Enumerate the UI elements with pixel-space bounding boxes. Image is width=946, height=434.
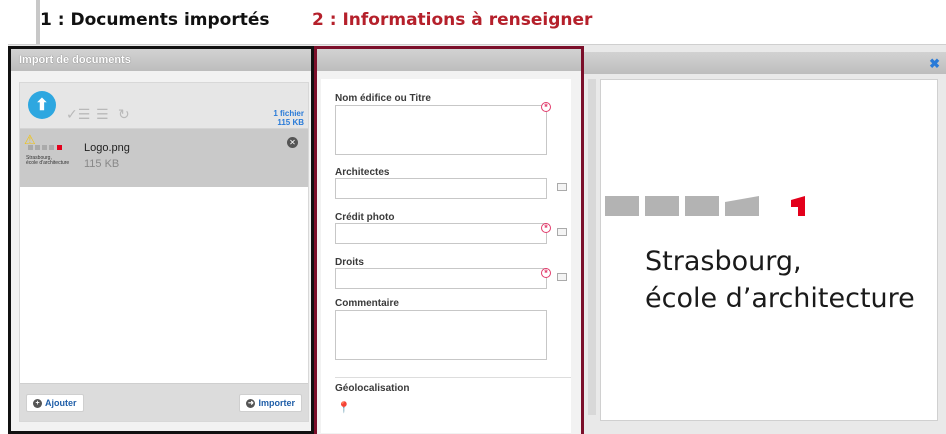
add-icon: + <box>33 398 42 408</box>
required-icon: * <box>541 223 551 233</box>
form-panel-header <box>317 49 581 71</box>
comment-field-label: Commentaire <box>335 298 399 309</box>
check-list-icon[interactable]: ✓☰ <box>66 107 90 123</box>
preview-header: ✖ <box>584 52 946 74</box>
upload-panel: Import de documents ⬆ ✓☰ ☰ ↻ 1 fichier 1… <box>8 46 314 434</box>
metadata-form: Nom édifice ou Titre * Architectes Crédi… <box>321 79 571 433</box>
import-icon: ➜ <box>246 398 256 408</box>
upload-panel-title: Import de documents <box>19 54 131 66</box>
annotation-label-1: 1 : Documents importés <box>40 10 270 30</box>
logo-text-line2: école d’architecture <box>645 283 915 314</box>
required-icon: * <box>541 102 551 112</box>
upload-toolbar: ⬆ ✓☰ ☰ ↻ 1 fichier 115 KB <box>20 83 308 129</box>
file-thumbnail: Strasbourg, école d'architecture <box>26 143 72 173</box>
preview-panel: Strasbourg, école d’architecture <box>600 79 938 421</box>
close-icon[interactable]: ✖ <box>929 56 940 72</box>
architects-field[interactable] <box>335 178 547 199</box>
title-field-label: Nom édifice ou Titre <box>335 93 431 104</box>
upload-icon[interactable]: ⬆ <box>28 91 56 119</box>
refresh-icon[interactable]: ↻ <box>118 107 130 123</box>
architects-field-label: Architectes <box>335 167 390 178</box>
dropzone[interactable]: ⬆ ✓☰ ☰ ↻ 1 fichier 115 KB ⚠ Strasbourg, <box>19 82 309 422</box>
form-panel: Nom édifice ou Titre * Architectes Crédi… <box>314 46 584 434</box>
annotation-label-2: 2 : Informations à renseigner <box>312 10 593 30</box>
logo-text-line1: Strasbourg, <box>645 246 802 277</box>
import-button[interactable]: ➜ Importer <box>239 394 302 412</box>
list-icon[interactable]: ☰ <box>96 107 109 123</box>
photo-credit-field-label: Crédit photo <box>335 212 395 223</box>
rights-field[interactable] <box>335 268 547 289</box>
scrollbar[interactable] <box>588 79 596 415</box>
rights-field-label: Droits <box>335 257 364 268</box>
book-icon[interactable] <box>557 228 567 236</box>
required-icon: * <box>541 268 551 278</box>
logo-mark <box>605 196 815 218</box>
geolocation-label: Géolocalisation <box>335 383 410 394</box>
remove-icon[interactable]: ✕ <box>287 137 298 148</box>
stage: 1 : Documents importés 2 : Informations … <box>0 0 946 434</box>
add-button[interactable]: + Ajouter <box>26 394 84 412</box>
file-row[interactable]: ⚠ Strasbourg, école d'architecture Logo.… <box>20 129 308 187</box>
upload-footer: + Ajouter ➜ Importer <box>20 383 308 421</box>
file-count: 1 fichier 115 KB <box>273 109 304 127</box>
book-icon[interactable] <box>557 273 567 281</box>
divider <box>335 377 571 378</box>
book-icon[interactable] <box>557 183 567 191</box>
photo-credit-field[interactable] <box>335 223 547 244</box>
file-name: Logo.png <box>84 142 130 154</box>
comment-field[interactable] <box>335 310 547 360</box>
title-field[interactable] <box>335 105 547 155</box>
map-pin-icon[interactable]: 📍 <box>337 401 351 414</box>
file-size: 115 KB <box>84 158 120 170</box>
upload-panel-header: Import de documents <box>11 49 311 71</box>
